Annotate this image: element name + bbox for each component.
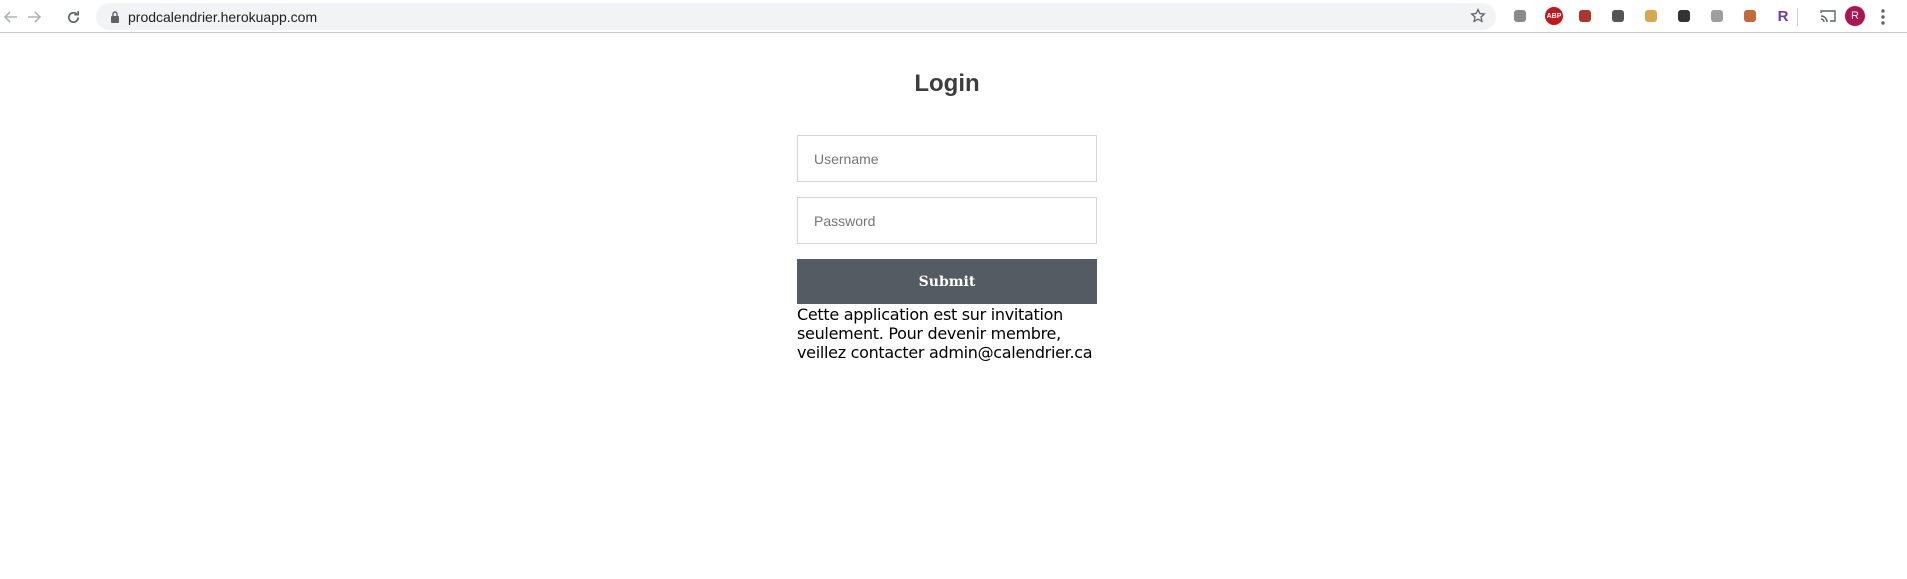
bookmark-star-icon[interactable] bbox=[1470, 7, 1486, 29]
username-input[interactable] bbox=[797, 135, 1097, 182]
cast-icon[interactable] bbox=[1819, 7, 1837, 25]
browser-toolbar: prodcalendrier.herokuapp.com ABP R R bbox=[0, 0, 1907, 33]
password-input[interactable] bbox=[797, 197, 1097, 244]
image-extension-icon[interactable] bbox=[1642, 7, 1660, 25]
submit-button[interactable]: Submit bbox=[797, 259, 1097, 304]
picture-extension-icon[interactable] bbox=[1741, 7, 1759, 25]
circle-extension-icon[interactable] bbox=[1609, 7, 1627, 25]
invitation-note: Cette application est sur invitation seu… bbox=[797, 305, 1093, 362]
address-bar[interactable]: prodcalendrier.herokuapp.com bbox=[96, 3, 1496, 30]
lock-icon bbox=[110, 10, 120, 28]
reload-icon[interactable] bbox=[62, 6, 84, 28]
dots-extension-icon[interactable] bbox=[1675, 7, 1693, 25]
pdf-icon[interactable] bbox=[1576, 7, 1594, 25]
url-text[interactable]: prodcalendrier.herokuapp.com bbox=[128, 9, 317, 25]
adblock-icon[interactable]: ABP bbox=[1545, 7, 1563, 25]
gear-extension-icon[interactable] bbox=[1511, 7, 1529, 25]
profile-avatar[interactable]: R bbox=[1845, 6, 1865, 26]
back-arrow-icon[interactable] bbox=[0, 6, 22, 28]
page-title: Login bbox=[914, 70, 980, 97]
toolbar-divider bbox=[1797, 8, 1798, 26]
r-extension-icon[interactable]: R bbox=[1774, 7, 1792, 25]
forward-arrow-icon[interactable] bbox=[23, 6, 45, 28]
browser-menu-icon[interactable] bbox=[1880, 8, 1886, 26]
font-extension-icon[interactable] bbox=[1708, 7, 1726, 25]
